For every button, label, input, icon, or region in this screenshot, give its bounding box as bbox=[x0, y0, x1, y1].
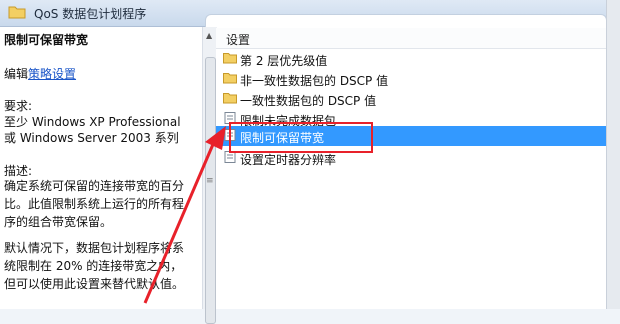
annotation-arrow bbox=[143, 126, 226, 304]
